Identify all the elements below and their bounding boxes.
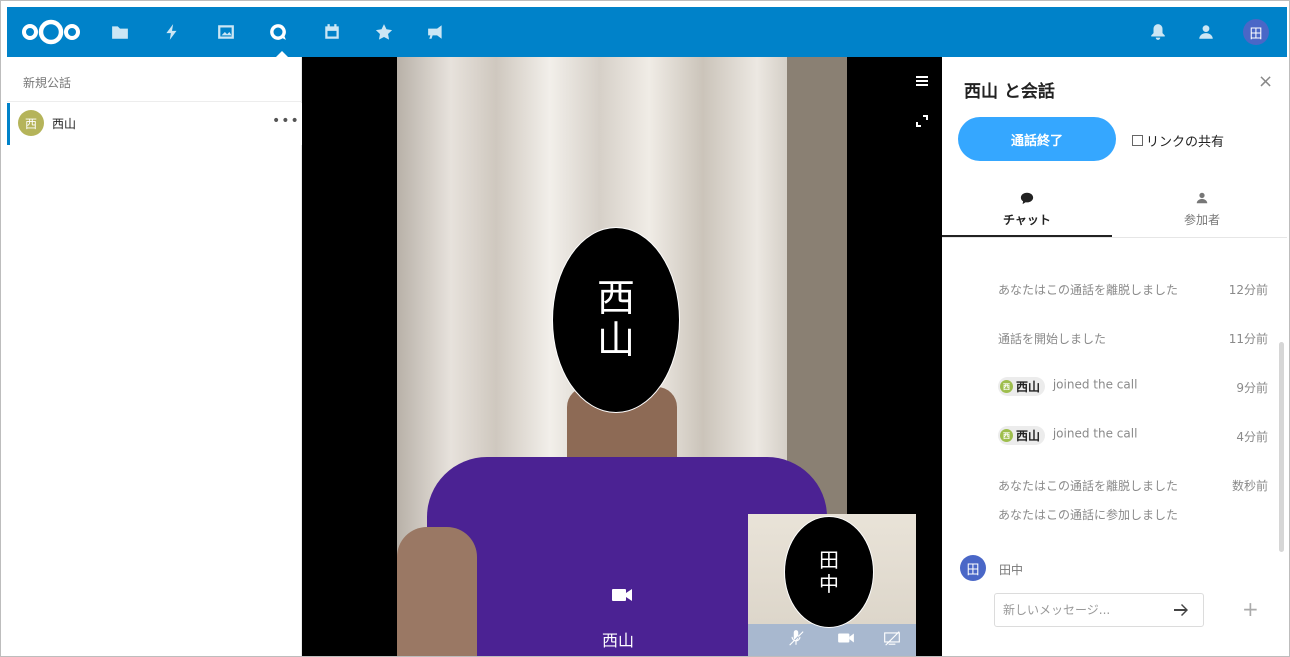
face-mask-text-2: 山 — [596, 318, 635, 362]
user-mention-chip[interactable]: 西 西山 — [998, 426, 1046, 445]
divider — [7, 101, 302, 102]
send-icon[interactable] — [1170, 600, 1192, 620]
tab-participants[interactable]: 参加者 — [1117, 185, 1287, 237]
video-settings-icon[interactable] — [914, 73, 930, 89]
message-text: あなたはこの通話を離脱しました — [998, 283, 1179, 297]
avatar: 西 — [18, 110, 44, 136]
scrollbar[interactable] — [1279, 342, 1284, 552]
chat-sidebar: 西山 と会話 × 通話終了 リンクの共有 チャット 参加者 あなたはこの通話を離… — [942, 57, 1287, 656]
self-video: 田 中 — [748, 514, 916, 656]
video-stage: 西 山 西山 田 中 — [302, 57, 942, 656]
system-message: 西 西山 joined the call 9分前 — [998, 377, 1268, 396]
close-icon[interactable]: × — [1258, 71, 1273, 92]
message-time: 4分前 — [1236, 430, 1268, 444]
conversation-name: 西山 — [52, 117, 77, 131]
more-options-icon[interactable]: ••• — [272, 113, 300, 129]
mute-mic-icon[interactable] — [786, 628, 806, 648]
remote-face-mask: 西 山 — [552, 227, 680, 413]
self-mask-text-2: 中 — [819, 572, 839, 596]
screen-share-off-icon[interactable] — [882, 628, 902, 648]
conversation-list: 新規公話 西 西山 ••• — [7, 57, 302, 656]
contacts-icon[interactable] — [1195, 21, 1217, 43]
remote-participant-name: 西山 — [602, 631, 635, 650]
favorites-icon[interactable] — [373, 21, 395, 43]
system-message: 通話を開始しました 11分前 — [998, 330, 1268, 347]
system-message: あなたはこの通話を離脱しました 12分前 — [998, 281, 1268, 298]
toggle-camera-icon[interactable] — [836, 628, 856, 648]
tab-chat-label: チャット — [1003, 213, 1051, 227]
message-text: あなたはこの通話を離脱しました — [998, 479, 1179, 493]
notifications-icon[interactable] — [1147, 21, 1169, 43]
user-avatar[interactable]: 田 — [1243, 19, 1269, 45]
message-time: 11分前 — [1228, 332, 1268, 346]
system-message: 西 西山 joined the call 4分前 — [998, 426, 1268, 445]
tab-participants-label: 参加者 — [1183, 213, 1220, 227]
talk-icon[interactable] — [267, 21, 289, 43]
mini-avatar: 西 — [1000, 429, 1013, 442]
files-icon[interactable] — [109, 21, 131, 43]
share-link-checkbox[interactable]: リンクの共有 — [1132, 131, 1224, 150]
message-text: あなたはこの通話に参加しました — [998, 508, 1179, 522]
mini-avatar: 西 — [1000, 380, 1013, 393]
self-face-mask: 田 中 — [784, 516, 874, 628]
mention-name: 西山 — [1016, 429, 1041, 443]
checkbox-icon[interactable] — [1132, 135, 1143, 146]
message-time: 12分前 — [1228, 283, 1268, 297]
new-conversation-input[interactable]: 新規公話 — [23, 74, 71, 91]
message-text: joined the call — [1052, 426, 1138, 441]
conversation-title: 西山 と会話 — [964, 82, 1055, 102]
person-arm-left — [397, 527, 477, 656]
system-message: あなたはこの通話に参加しました — [998, 506, 1268, 523]
end-call-button[interactable]: 通話終了 — [958, 117, 1116, 161]
my-name: 田中 — [999, 563, 1024, 577]
nextcloud-logo-icon[interactable] — [21, 19, 81, 45]
fullscreen-icon[interactable] — [914, 113, 930, 129]
tab-chat[interactable]: チャット — [942, 185, 1112, 237]
participants-icon — [1196, 192, 1208, 204]
message-time: 9分前 — [1236, 381, 1268, 395]
gallery-icon[interactable] — [215, 21, 237, 43]
chat-bubble-icon — [1020, 192, 1034, 205]
message-text: 通話を開始しました — [998, 332, 1107, 346]
activity-icon[interactable] — [161, 21, 183, 43]
announcements-icon[interactable] — [425, 21, 447, 43]
camera-icon — [612, 589, 632, 601]
system-message: あなたはこの通話を離脱しました 数秒前 — [998, 477, 1268, 494]
mention-name: 西山 — [1016, 380, 1041, 394]
my-avatar: 田 — [960, 555, 986, 581]
add-attachment-icon[interactable]: + — [1242, 597, 1259, 621]
calendar-icon[interactable] — [321, 21, 343, 43]
message-time: 数秒前 — [1231, 479, 1268, 493]
tabs-divider — [942, 237, 1287, 238]
share-link-label: リンクの共有 — [1146, 135, 1225, 150]
face-mask-text-1: 西 — [596, 276, 635, 321]
app-window: 田 新規公話 西 西山 ••• 西 山 西山 田 中 西山 と会話 × 通話終了… — [0, 0, 1290, 657]
conversation-item[interactable]: 西 西山 ••• — [7, 103, 302, 145]
top-bar: 田 — [7, 7, 1287, 58]
user-mention-chip[interactable]: 西 西山 — [998, 377, 1046, 396]
message-text: joined the call — [1052, 377, 1138, 392]
self-mask-text-1: 田 — [819, 548, 839, 572]
